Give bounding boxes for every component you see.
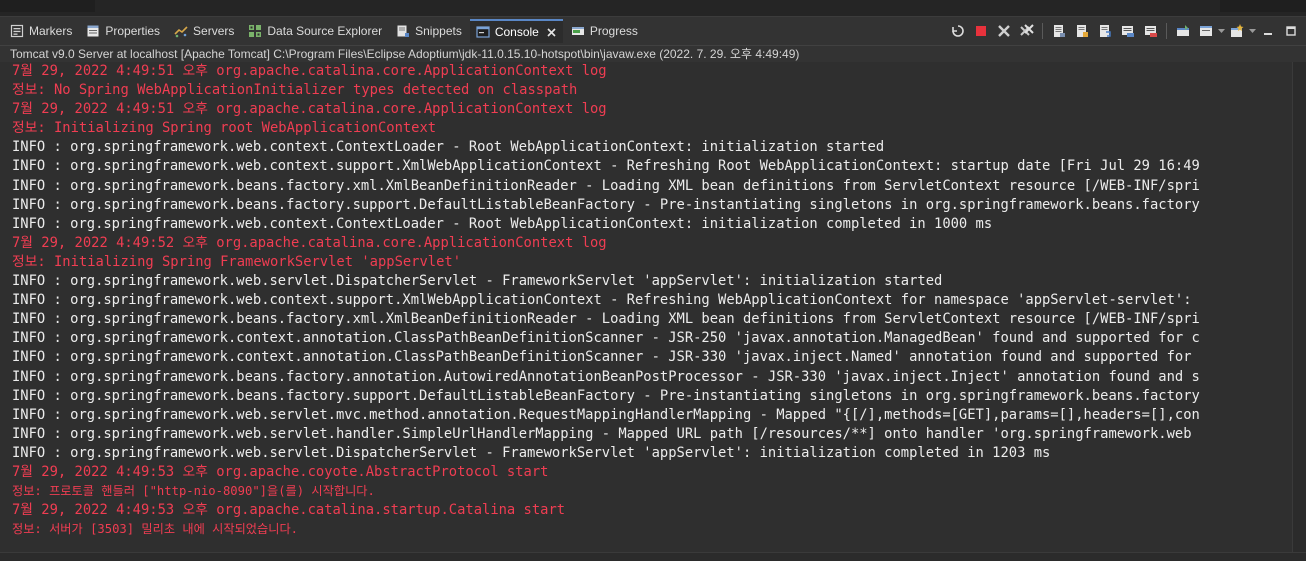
console-output[interactable]: 7월 29, 2022 4:49:51 오후 org.apache.catali… <box>0 62 1292 552</box>
console-line: 7월 29, 2022 4:49:51 오후 org.apache.catali… <box>12 101 607 118</box>
minimize-icon[interactable] <box>1257 20 1279 42</box>
console-line: 정보: Initializing Spring root WebApplicat… <box>12 120 437 137</box>
close-icon[interactable] <box>547 27 557 37</box>
console-line: INFO : org.springframework.web.servlet.m… <box>12 406 1200 423</box>
chevron-down-icon[interactable] <box>1248 20 1256 42</box>
console-line: INFO : org.springframework.beans.factory… <box>12 196 1200 213</box>
console-line: 정보: Initializing Spring FrameworkServlet… <box>12 253 462 270</box>
console-line: 7월 29, 2022 4:49:53 오후 org.apache.coyote… <box>12 463 549 480</box>
tab-label: Console <box>494 25 539 39</box>
scroll-lock-icon[interactable] <box>1071 20 1093 42</box>
editor-area-edge <box>0 0 1306 17</box>
view-tab-bar: Markers Properties Servers Data Source E… <box>0 17 1306 46</box>
word-wrap-icon[interactable] <box>1094 20 1116 42</box>
show-on-stdout-icon[interactable] <box>1117 20 1139 42</box>
console-line: INFO : org.springframework.web.servlet.D… <box>12 444 1051 461</box>
tab-label: Progress <box>589 24 638 38</box>
console-line: INFO : org.springframework.beans.factory… <box>12 368 1200 385</box>
maximize-icon[interactable] <box>1280 20 1302 42</box>
console-line: INFO : org.springframework.context.annot… <box>12 349 1192 366</box>
console-line: INFO : org.springframework.context.annot… <box>12 330 1200 347</box>
tab-markers[interactable]: Markers <box>4 19 78 43</box>
console-line: INFO : org.springframework.web.servlet.D… <box>12 273 943 290</box>
snippets-icon <box>396 24 410 38</box>
servers-icon <box>174 24 188 38</box>
console-line: 7월 29, 2022 4:49:51 오후 org.apache.catali… <box>12 63 607 79</box>
console-line: 7월 29, 2022 4:49:53 오후 org.apache.catali… <box>12 502 566 519</box>
data-source-explorer-icon <box>248 24 262 38</box>
tab-label: Snippets <box>415 24 462 38</box>
remove-launch-icon[interactable] <box>993 20 1015 42</box>
tab-servers[interactable]: Servers <box>168 19 240 43</box>
console-line: 정보: 프로토콜 핸들러 ["http-nio-8090"]을(를) 시작합니다… <box>12 484 375 499</box>
tab-label: Properties <box>105 24 161 38</box>
tab-data-source-explorer[interactable]: Data Source Explorer <box>242 19 388 43</box>
toolbar-separator <box>1166 23 1167 39</box>
tab-label: Servers <box>193 24 235 38</box>
horizontal-scrollbar[interactable] <box>0 552 1306 561</box>
pin-console-icon[interactable] <box>1172 20 1194 42</box>
console-line: INFO : org.springframework.web.context.C… <box>12 215 993 232</box>
tab-label: Markers <box>29 24 73 38</box>
tab-console[interactable]: Console <box>469 19 563 43</box>
display-selected-console-icon[interactable] <box>1195 20 1217 42</box>
console-process-title: Tomcat v9.0 Server at localhost [Apache … <box>0 46 1306 62</box>
tab-snippets[interactable]: Snippets <box>390 19 468 43</box>
open-console-icon[interactable] <box>1226 20 1248 42</box>
terminate-icon[interactable] <box>970 20 992 42</box>
console-line: INFO : org.springframework.web.context.s… <box>12 158 1200 175</box>
console-toolbar <box>946 20 1302 42</box>
console-line: INFO : org.springframework.web.servlet.h… <box>12 425 1192 442</box>
console-line: INFO : org.springframework.beans.factory… <box>12 177 1200 194</box>
toolbar-separator <box>1042 23 1043 39</box>
reset-icon[interactable] <box>947 20 969 42</box>
markers-icon <box>10 24 24 38</box>
console-line: INFO : org.springframework.web.context.s… <box>12 292 1200 309</box>
tab-label: Data Source Explorer <box>267 24 383 38</box>
vertical-scrollbar[interactable] <box>1292 62 1306 552</box>
console-line: 정보: 서버가 [3503] 밀리초 내에 시작되었습니다. <box>12 522 298 537</box>
console-line: INFO : org.springframework.beans.factory… <box>12 387 1200 404</box>
console-icon <box>476 25 490 39</box>
tab-properties[interactable]: Properties <box>80 19 166 43</box>
properties-icon <box>86 24 100 38</box>
tab-progress[interactable]: Progress <box>565 19 644 43</box>
chevron-down-icon[interactable] <box>1217 20 1225 42</box>
remove-all-terminated-icon[interactable] <box>1016 20 1038 42</box>
console-view: Markers Properties Servers Data Source E… <box>0 0 1306 561</box>
clear-console-icon[interactable] <box>1048 20 1070 42</box>
console-line: 정보: No Spring WebApplicationInitializer … <box>12 82 578 99</box>
console-line: INFO : org.springframework.web.context.C… <box>12 139 885 156</box>
progress-icon <box>571 24 585 38</box>
console-line: INFO : org.springframework.beans.factory… <box>12 311 1200 328</box>
tab-list: Markers Properties Servers Data Source E… <box>4 17 646 45</box>
show-on-stderr-icon[interactable] <box>1140 20 1162 42</box>
console-line: 7월 29, 2022 4:49:52 오후 org.apache.catali… <box>12 234 607 251</box>
